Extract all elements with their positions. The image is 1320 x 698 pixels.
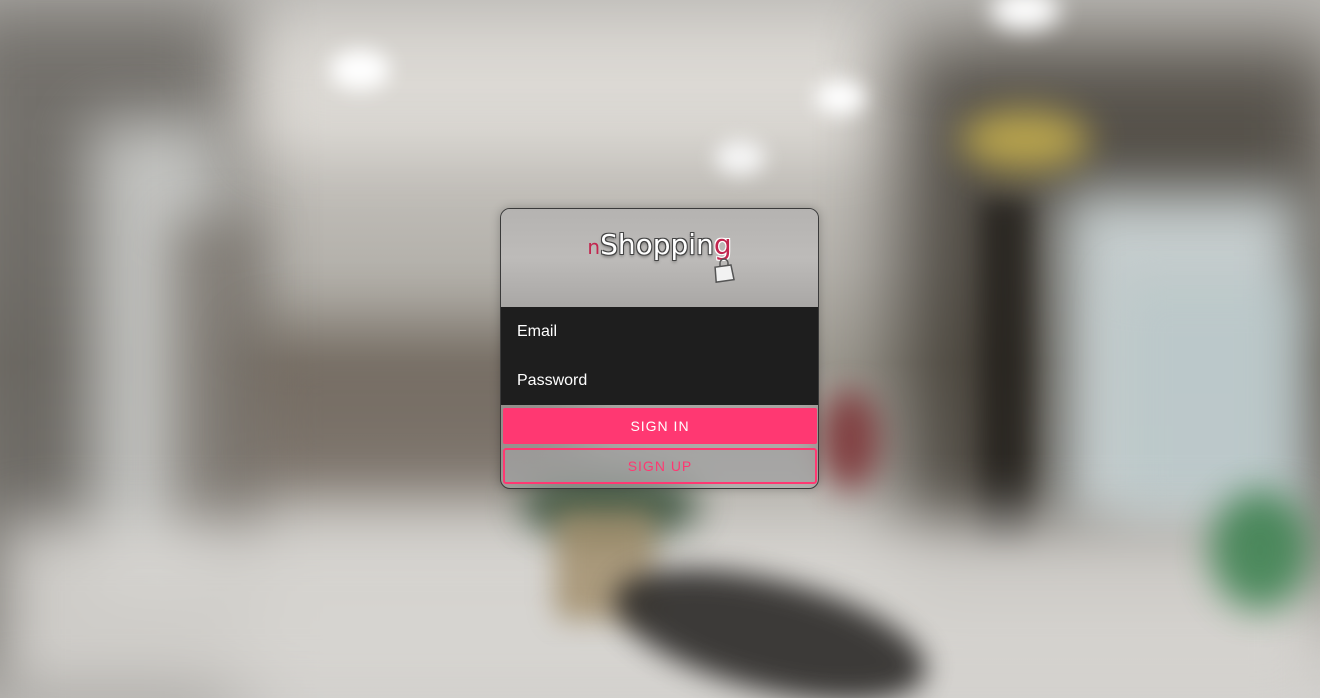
sign-up-button[interactable]: SIGN UP	[503, 448, 817, 484]
login-card: nShopping SIGN IN SIGN UP	[500, 208, 819, 489]
email-field[interactable]	[517, 322, 797, 341]
password-field[interactable]	[517, 371, 797, 390]
shopping-bag-icon	[714, 258, 735, 283]
logo-main-text: Shoppin	[600, 228, 714, 261]
button-group: SIGN IN SIGN UP	[501, 405, 818, 484]
credentials-fields	[501, 307, 818, 405]
sign-in-button[interactable]: SIGN IN	[503, 408, 817, 444]
logo-header: nShopping	[501, 209, 818, 307]
password-field-row	[501, 356, 818, 405]
logo-prefix: n	[587, 235, 601, 259]
email-field-row	[501, 307, 818, 356]
app-logo: nShopping	[501, 231, 818, 259]
